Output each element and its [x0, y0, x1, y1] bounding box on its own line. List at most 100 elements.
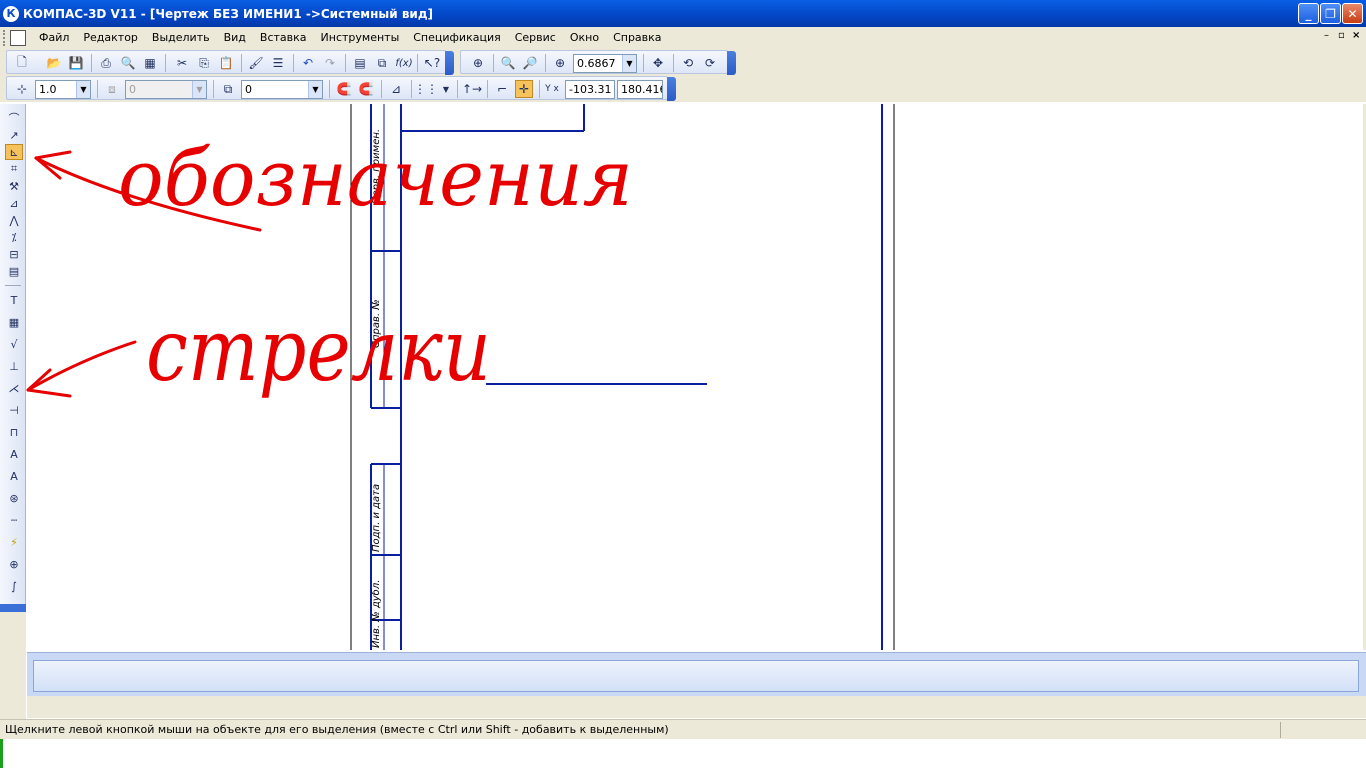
zoom-window-icon[interactable]: ⊕ — [469, 54, 487, 72]
geometry-icon[interactable]: ⌒ — [5, 110, 23, 126]
table-icon[interactable]: ▦ — [5, 314, 23, 330]
copy-icon[interactable]: ⎘ — [195, 54, 213, 72]
leader-text-icon[interactable]: A — [5, 468, 23, 484]
undo-icon[interactable]: ↶ — [299, 54, 317, 72]
window-title: КОМПАС-3D V11 - [Чертеж БЕЗ ИМЕНИ1 ->Сис… — [23, 6, 434, 21]
position-icon[interactable]: ⊣ — [5, 402, 23, 418]
ortho-icon[interactable]: ⊿ — [387, 80, 405, 98]
pan-icon[interactable]: ✥ — [649, 54, 667, 72]
snap-icon[interactable]: 🧲 — [335, 80, 353, 98]
toolbar-overflow-chevron[interactable] — [667, 77, 676, 101]
center-mark-icon[interactable]: ⊛ — [5, 490, 23, 506]
print-icon[interactable]: ⎙ — [97, 54, 115, 72]
open-icon[interactable]: 📂 — [45, 54, 63, 72]
designations-icon[interactable]: ⊾ — [5, 144, 23, 160]
roughness-icon[interactable]: √ — [5, 336, 23, 352]
chevron-down-icon[interactable]: ▼ — [308, 81, 322, 98]
mdi-close-icon[interactable]: × — [1352, 30, 1360, 41]
stamp-label-inv-dupl: Инв. № дубл. — [371, 579, 382, 648]
refresh-icon[interactable]: ⟲ — [679, 54, 697, 72]
view-state-icon[interactable]: ⧈ — [103, 80, 121, 98]
rebuild-icon[interactable]: ⟳ — [701, 54, 719, 72]
tolerance-icon[interactable]: ⊓ — [5, 424, 23, 440]
drawing-document-icon[interactable] — [10, 30, 26, 46]
cut-icon[interactable]: ✂ — [173, 54, 191, 72]
local-cs-icon[interactable]: ⊹ — [13, 80, 31, 98]
mdi-minimize-icon[interactable]: – — [1324, 30, 1329, 41]
toolbar-separator — [411, 80, 412, 98]
fx-icon[interactable]: f(x) — [395, 54, 413, 72]
view-combo[interactable]: 0 ▼ — [125, 80, 207, 99]
new-document-icon[interactable]: 🗋 — [13, 54, 31, 72]
zoom-combo[interactable]: 0.6867 ▼ — [573, 54, 637, 73]
chevron-down-icon[interactable]: ▼ — [622, 55, 636, 72]
layers-icon[interactable]: ⧉ — [219, 80, 237, 98]
measure-icon[interactable]: ⊿ — [5, 195, 23, 211]
grid-icon[interactable]: ⋮⋮ — [414, 80, 438, 98]
minimize-icon[interactable]: _ — [1298, 3, 1319, 24]
round-icon[interactable]: ⌐ — [493, 80, 511, 98]
base-icon[interactable]: ⊥ — [5, 358, 23, 374]
zoom-in-icon[interactable]: 🔍 — [499, 54, 517, 72]
drawing-canvas[interactable]: Перв. примен. Справ. № Подп. и дата Инв.… — [27, 104, 1363, 650]
dimensions-icon[interactable]: ↗ — [5, 127, 23, 143]
toolbar-separator — [493, 54, 494, 72]
scale-combo[interactable]: 1.0 ▼ — [35, 80, 91, 99]
toolbar-separator — [91, 54, 92, 72]
line-icon[interactable]: ┄ — [5, 512, 23, 528]
toolbar-grip[interactable] — [3, 30, 6, 46]
help-pointer-icon[interactable]: ↖? — [423, 54, 441, 72]
layer-combo[interactable]: 0 ▼ — [241, 80, 323, 99]
wave-icon[interactable]: ∫ — [5, 578, 23, 594]
menu-specification[interactable]: Спецификация — [406, 28, 507, 48]
axis-icon[interactable]: ⊕ — [5, 556, 23, 572]
zoom-out-icon[interactable]: 🔎 — [521, 54, 539, 72]
reports-icon[interactable]: ▤ — [5, 263, 23, 279]
chevron-down-icon[interactable]: ▼ — [437, 80, 455, 98]
toolbar-overflow-chevron[interactable] — [727, 51, 736, 75]
menu-select[interactable]: Выделить — [145, 28, 217, 48]
toolbar-separator — [487, 80, 488, 98]
text-icon[interactable]: T — [5, 292, 23, 308]
redo-icon[interactable]: ↷ — [321, 54, 339, 72]
variables-icon[interactable]: ⧉ — [373, 54, 391, 72]
leader-arrow-icon[interactable]: ⋌ — [5, 380, 23, 396]
menu-service[interactable]: Сервис — [508, 28, 563, 48]
restore-icon[interactable]: ❐ — [1320, 3, 1341, 24]
menu-window[interactable]: Окно — [563, 28, 606, 48]
chevron-down-icon[interactable]: ▼ — [76, 81, 90, 98]
selection-icon[interactable]: ⋀ — [5, 212, 23, 228]
save-icon[interactable]: 💾 — [67, 54, 85, 72]
close-icon[interactable]: ✕ — [1342, 3, 1363, 24]
toolbar-separator — [345, 54, 346, 72]
menu-insert[interactable]: Вставка — [253, 28, 314, 48]
standard-toolbar-row: 🗋 📂 💾 ⎙ 🔍 ▦ ✂ ⎘ 📋 🖌 ☰ ↶ ↷ ▤ ⧉ f(x) ↖? ⊕ … — [0, 49, 1366, 75]
toolbar-overflow-chevron[interactable] — [0, 604, 26, 612]
manager-icon[interactable]: ▤ — [351, 54, 369, 72]
print-preview-icon[interactable]: 🔍 — [119, 54, 137, 72]
chevron-down-icon[interactable]: ▼ — [192, 81, 206, 98]
properties-icon[interactable]: ☰ — [269, 54, 287, 72]
menu-editor[interactable]: Редактор — [76, 28, 145, 48]
associative-view-icon[interactable]: ⁒ — [5, 229, 23, 245]
flash-icon[interactable]: ⚡ — [5, 534, 23, 550]
toolbar-overflow-chevron[interactable] — [445, 51, 454, 75]
editing-icon[interactable]: ⌗ — [5, 161, 23, 177]
coord-y-field[interactable]: 180.416 — [617, 80, 663, 99]
marking-icon[interactable]: A — [5, 446, 23, 462]
menu-file[interactable]: Файл — [32, 28, 76, 48]
cs-axes-icon[interactable]: ↑→ — [462, 80, 482, 98]
parametrization-icon[interactable]: ⚒ — [5, 178, 23, 194]
format-painter-icon[interactable]: 🖌 — [247, 54, 265, 72]
zoom-scale-icon[interactable]: ⊕ — [551, 54, 569, 72]
spec-icon[interactable]: ⊟ — [5, 246, 23, 262]
cursor-snap-icon[interactable]: ✛ — [515, 80, 533, 98]
menu-help[interactable]: Справка — [606, 28, 668, 48]
coord-x-field[interactable]: -103.31 — [565, 80, 615, 99]
snap-settings-icon[interactable]: 🧲 — [357, 80, 375, 98]
paste-icon[interactable]: 📋 — [217, 54, 235, 72]
mdi-restore-icon[interactable]: ▫ — [1338, 30, 1345, 41]
menu-tools[interactable]: Инструменты — [314, 28, 407, 48]
preview-icon[interactable]: ▦ — [141, 54, 159, 72]
menu-view[interactable]: Вид — [217, 28, 253, 48]
